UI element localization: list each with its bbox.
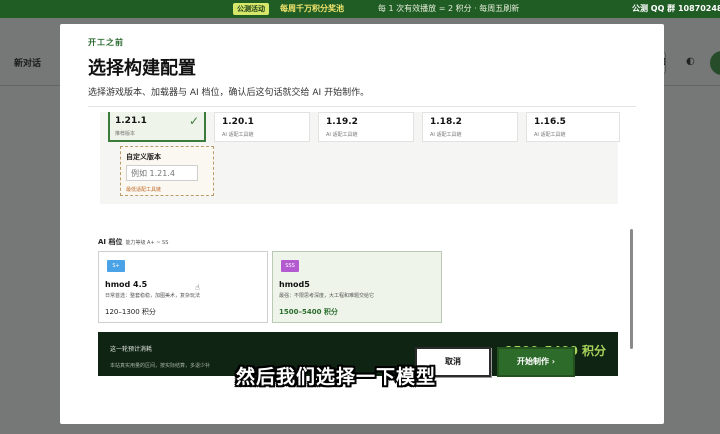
version-sub: AI 适配工具链 <box>222 132 254 138</box>
version-sub: AI 适配工具链 <box>326 132 358 138</box>
model-range: 120–1300 积分 <box>105 308 156 316</box>
modal-subtitle: 选择游戏版本、加载器与 AI 档位，确认后这句话就交给 AI 开始制作。 <box>88 88 370 98</box>
model-desc: 日常首选：整套稳稳，加图美术，复杂玩法 <box>105 293 201 299</box>
prize-pool-text: 每周千万积分奖池 <box>280 4 344 13</box>
scroll-thumb[interactable] <box>630 229 633 349</box>
version-sub: AI 适配工具链 <box>534 132 566 138</box>
qq-group-text: 公测 QQ 群 10870248 <box>632 4 720 13</box>
config-scroll-area[interactable]: 1.21.1 推荐版本 ✓ 1.20.1 AI 适配工具链 1.19.2 AI … <box>88 112 636 376</box>
model-desc: 最强：不限思考深度，大工程和难题交给它 <box>279 293 375 299</box>
ai-tier-label: AI 档位 能力等级 A+ ~ SS <box>98 237 168 247</box>
version-sub: 推荐版本 <box>115 131 136 137</box>
custom-version-hint: 最低适配工具链 <box>126 187 162 193</box>
check-icon: ✓ <box>188 114 199 128</box>
model-card-hmod-4-5[interactable]: S+ hmod 4.5 日常首选：整套稳稳，加图美术，复杂玩法 120–1300… <box>98 251 268 323</box>
version-card-1-20-1[interactable]: 1.20.1 AI 适配工具链 <box>214 112 310 142</box>
model-range: 1500–5400 积分 <box>279 308 338 316</box>
top-banner: 公测活动 每周千万积分奖池 每 1 次有效播放 = 2 积分 · 每周五刷新 公… <box>0 0 720 18</box>
theme-toggle-icon[interactable]: ◐ <box>686 56 695 67</box>
cost-label: 这一轮预计消耗 <box>110 346 153 353</box>
version-panel: 1.21.1 推荐版本 ✓ 1.20.1 AI 适配工具链 1.19.2 AI … <box>100 112 620 204</box>
version-card-1-16-5[interactable]: 1.16.5 AI 适配工具链 <box>526 112 620 142</box>
model-name: hmod 4.5 <box>105 280 148 289</box>
model-tier-badge: S+ <box>107 260 125 272</box>
version-sub: AI 适配工具链 <box>430 132 462 138</box>
version-card-1-19-2[interactable]: 1.19.2 AI 适配工具链 <box>318 112 414 142</box>
version-name: 1.21.1 <box>115 116 147 126</box>
video-caption: 然后我们选择一下模型 <box>236 366 437 388</box>
start-build-button[interactable]: 开始制作 › <box>497 347 575 377</box>
model-name: hmod5 <box>279 280 310 289</box>
avatar[interactable] <box>710 51 720 75</box>
points-rule-text: 每 1 次有效播放 = 2 积分 · 每周五刷新 <box>378 4 520 13</box>
ai-tier-sub: 能力等级 A+ ~ SS <box>125 240 169 246</box>
pointer-cursor-icon: ☝ <box>195 283 200 292</box>
model-card-hmod5[interactable]: SSS hmod5 最强：不限思考深度，大工程和难题交给它 1500–5400 … <box>272 251 442 323</box>
version-name: 1.16.5 <box>534 117 566 127</box>
model-tier-badge: SSS <box>281 260 299 272</box>
modal-eyebrow: 开工之前 <box>88 38 124 47</box>
version-card-1-21-1[interactable]: 1.21.1 推荐版本 ✓ <box>108 112 206 142</box>
version-name: 1.20.1 <box>222 117 254 127</box>
custom-version-input[interactable] <box>126 165 198 181</box>
cost-note: 本站真实用量的区间，按实际结算，多退少补 <box>110 363 211 369</box>
version-name: 1.19.2 <box>326 117 358 127</box>
custom-version-card[interactable]: 自定义版本 最低适配工具链 <box>120 146 214 196</box>
modal-title: 选择构建配置 <box>88 58 196 79</box>
event-badge[interactable]: 公测活动 <box>233 3 269 15</box>
version-card-1-18-2[interactable]: 1.18.2 AI 适配工具链 <box>422 112 518 142</box>
ai-tier-title: AI 档位 <box>98 238 123 246</box>
modal-divider <box>88 106 636 107</box>
new-chat-label[interactable]: 新对话 <box>14 56 41 69</box>
custom-version-title: 自定义版本 <box>126 153 161 161</box>
version-name: 1.18.2 <box>430 117 462 127</box>
scrollbar[interactable] <box>629 114 634 354</box>
